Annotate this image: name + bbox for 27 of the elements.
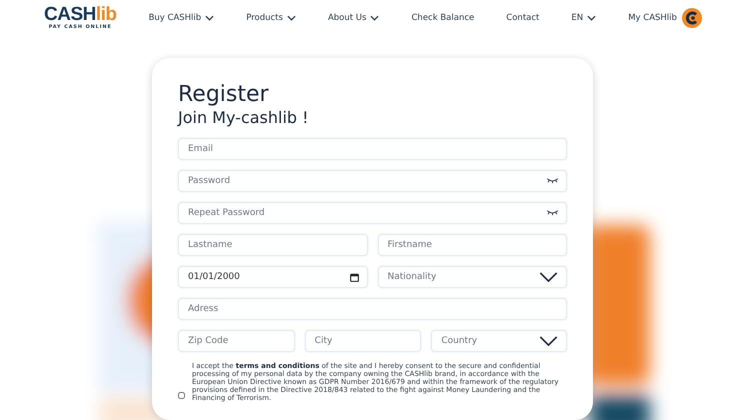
input-field[interactable]: Lastname [178,234,368,256]
eye-closed-icon[interactable] [546,177,559,184]
eye-closed-icon[interactable] [546,209,559,216]
input-field[interactable]: City [304,330,422,352]
password-field[interactable]: Password [178,170,567,192]
nav-dropdown[interactable]: Buy CASHlib [148,13,214,23]
date-field[interactable]: 01/01/2000 [178,266,368,288]
account-link[interactable]: My CASHlib [628,13,677,23]
select-field[interactable]: Country [431,330,568,352]
nav-dropdown[interactable]: Products [246,13,296,23]
chevron-down-icon [539,272,558,282]
password-field[interactable]: Repeat Password [178,202,567,224]
form-subtitle: Join My-cashlib ! [178,108,310,128]
select-field[interactable]: Nationality [378,266,567,288]
nav-link[interactable]: Check Balance [412,13,474,23]
input-field[interactable]: Firstname [378,234,567,256]
nav-dropdown[interactable]: About Us [328,13,380,23]
nav-dropdown[interactable]: EN [571,13,596,23]
calendar-icon[interactable] [350,272,358,282]
form-title: Register [178,82,270,108]
input-field[interactable]: Email [178,138,567,160]
account-logo-icon[interactable] [682,8,702,28]
chevron-down-icon [539,336,558,346]
nav-link[interactable]: Contact [506,13,540,23]
checkbox[interactable] [178,392,185,400]
input-field[interactable]: Zip Code [178,330,295,352]
input-field[interactable]: Adress [178,298,567,320]
